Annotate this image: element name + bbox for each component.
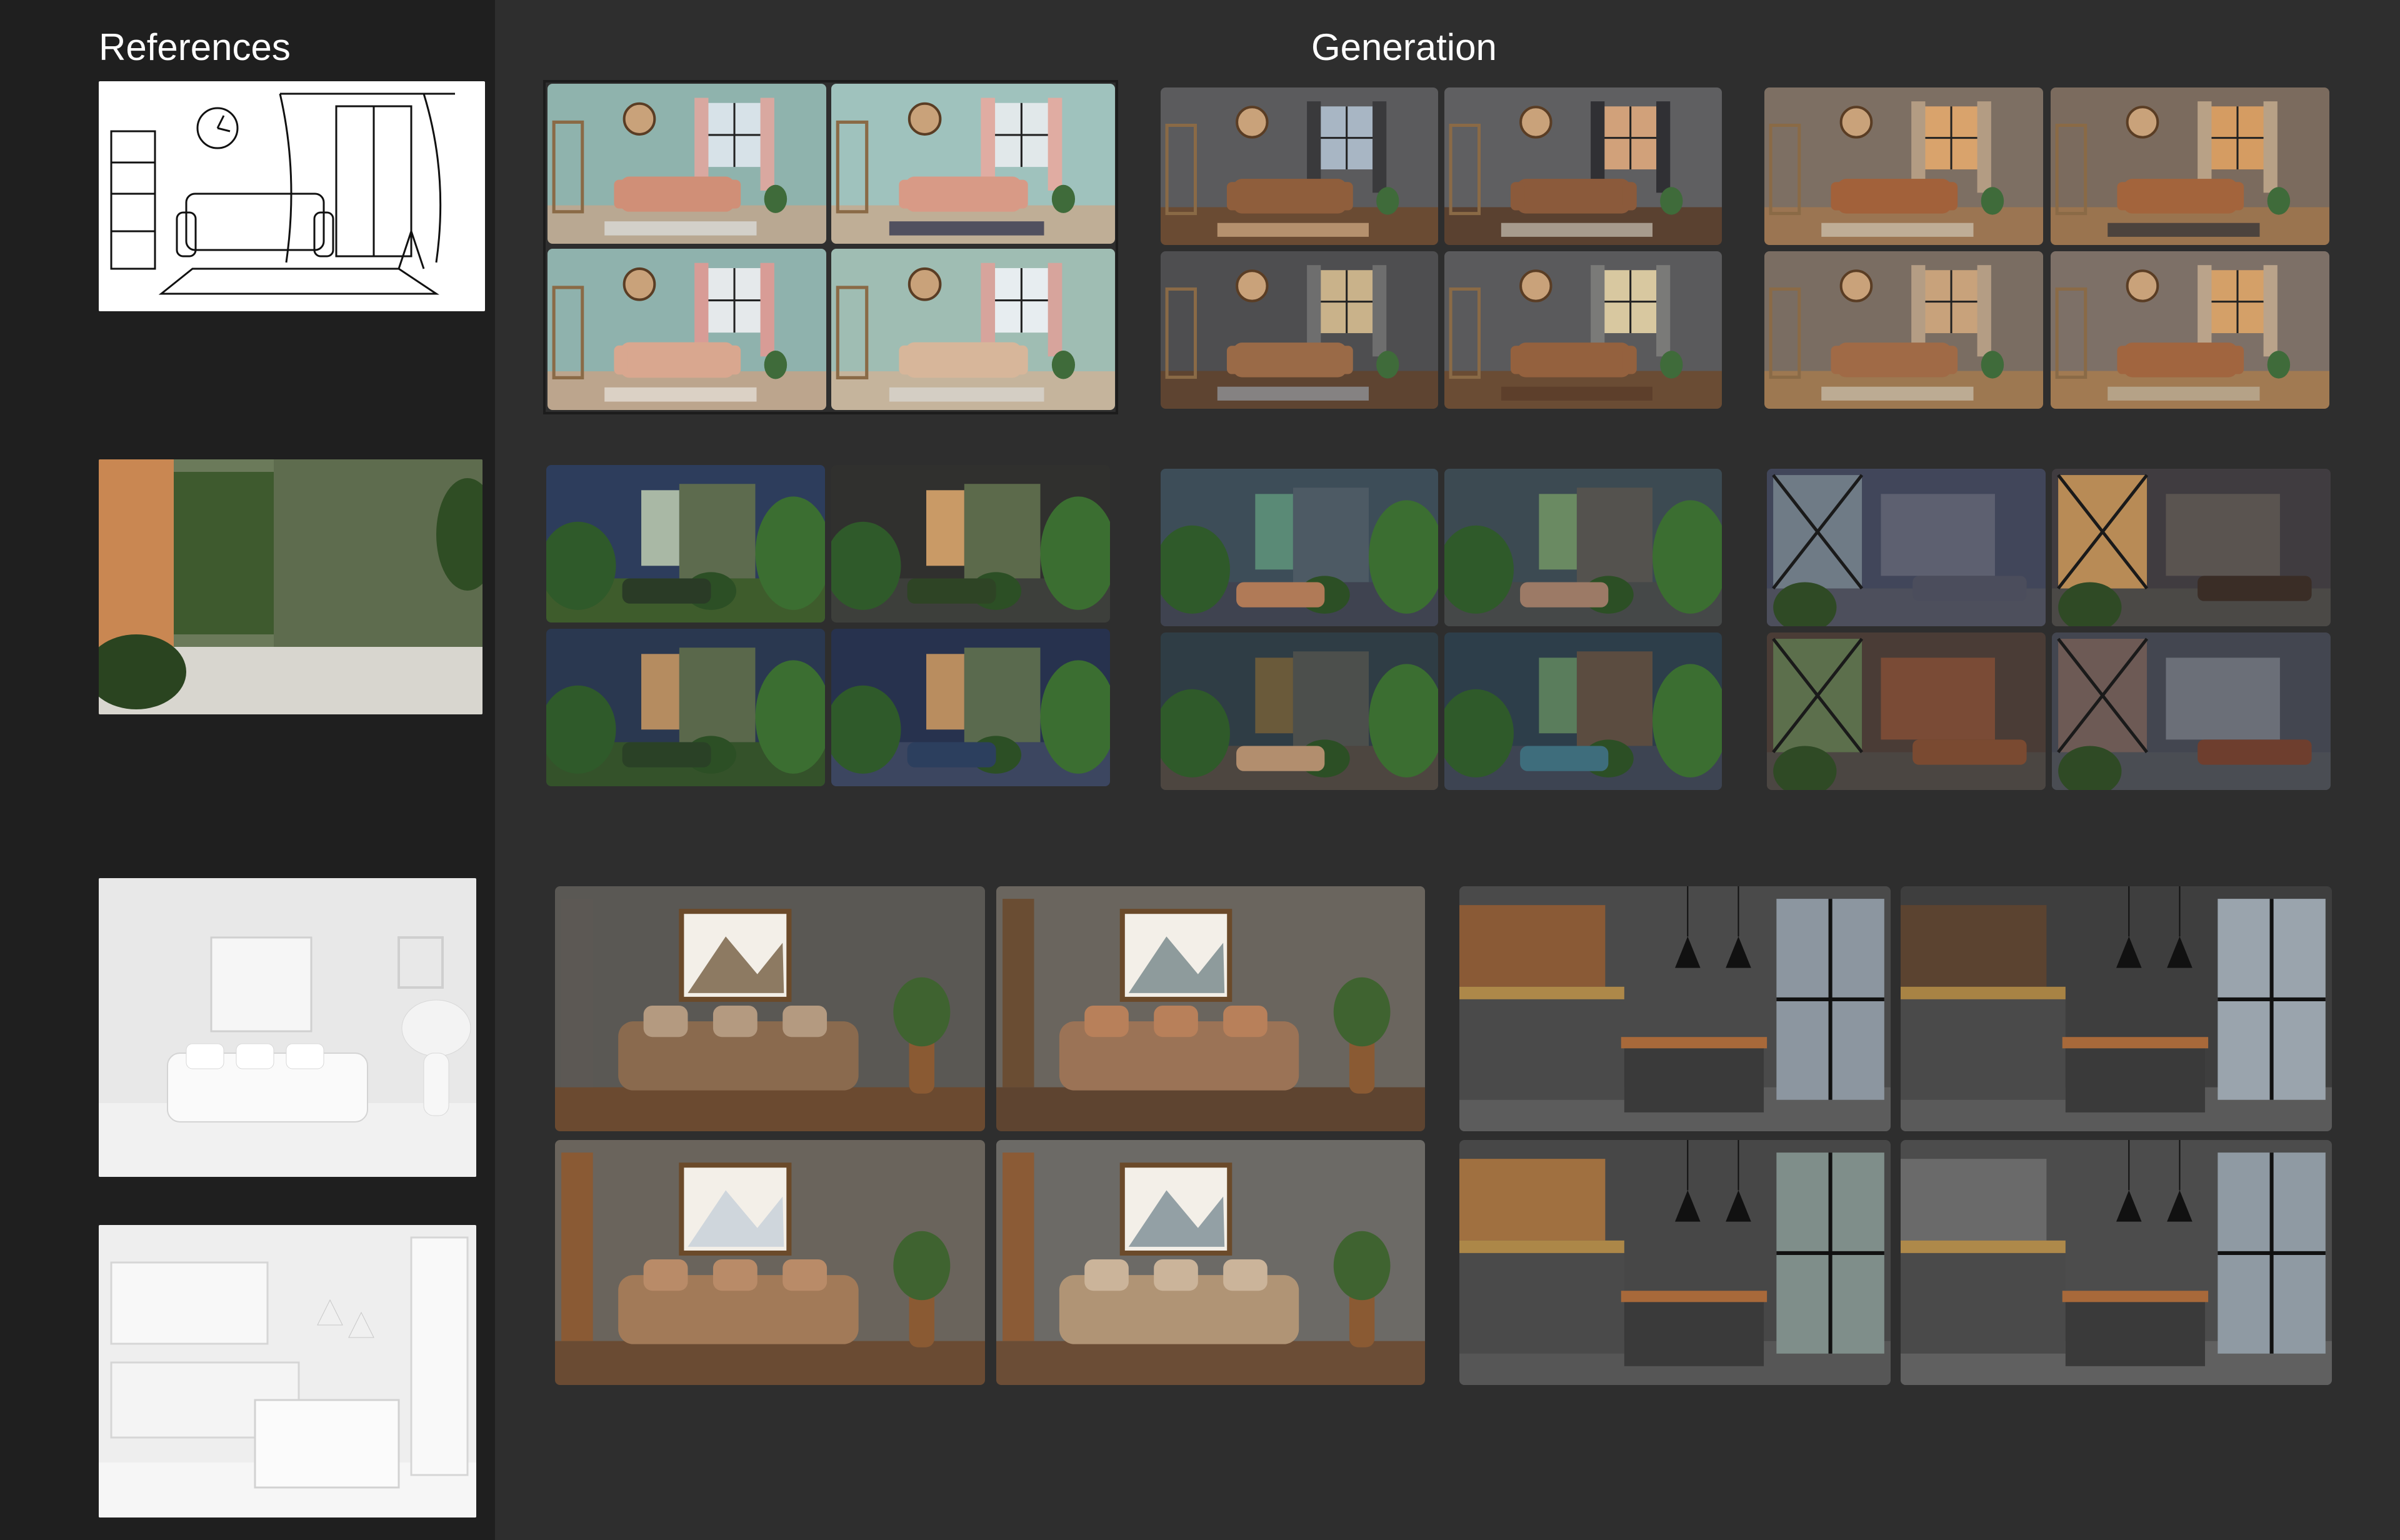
generated-image[interactable] [1459, 1140, 1891, 1385]
generated-image[interactable] [1161, 251, 1438, 409]
generated-image[interactable] [546, 629, 825, 786]
generation-heading: Generation [1311, 26, 1497, 68]
generated-image[interactable] [1764, 88, 2043, 245]
reference-sketch-living-room [99, 81, 485, 311]
generated-image[interactable] [1444, 469, 1722, 626]
reference-white-kitchen-render [99, 1225, 476, 1518]
generated-image[interactable] [1161, 469, 1438, 626]
references-heading: References [99, 26, 291, 68]
generated-image[interactable] [1161, 88, 1438, 245]
generated-image[interactable] [555, 1140, 985, 1385]
generated-image[interactable] [1901, 886, 2332, 1131]
generated-image[interactable] [1459, 886, 1891, 1131]
generated-image[interactable] [2052, 469, 2331, 626]
generated-image[interactable] [1444, 88, 1722, 245]
generated-image[interactable] [1901, 1140, 2332, 1385]
reference-entrance-green-wall [99, 459, 482, 714]
generated-image[interactable] [548, 249, 826, 410]
generated-image[interactable] [1767, 632, 2046, 790]
generated-image[interactable] [831, 629, 1110, 786]
generated-image[interactable] [1767, 469, 2046, 626]
generated-image[interactable] [548, 84, 826, 244]
generated-image[interactable] [996, 1140, 1425, 1385]
reference-white-sofa-render [99, 878, 476, 1177]
generated-image[interactable] [546, 465, 825, 622]
generated-image[interactable] [831, 84, 1115, 244]
generated-image[interactable] [831, 465, 1110, 622]
generated-image[interactable] [2051, 251, 2329, 409]
generated-image[interactable] [2052, 632, 2331, 790]
generated-image[interactable] [1444, 632, 1722, 790]
generated-image[interactable] [1764, 251, 2043, 409]
generated-image[interactable] [555, 886, 985, 1131]
generated-image[interactable] [1161, 632, 1438, 790]
generated-image[interactable] [1444, 251, 1722, 409]
generated-image[interactable] [831, 249, 1115, 410]
generated-image[interactable] [2051, 88, 2329, 245]
generated-image[interactable] [996, 886, 1425, 1131]
